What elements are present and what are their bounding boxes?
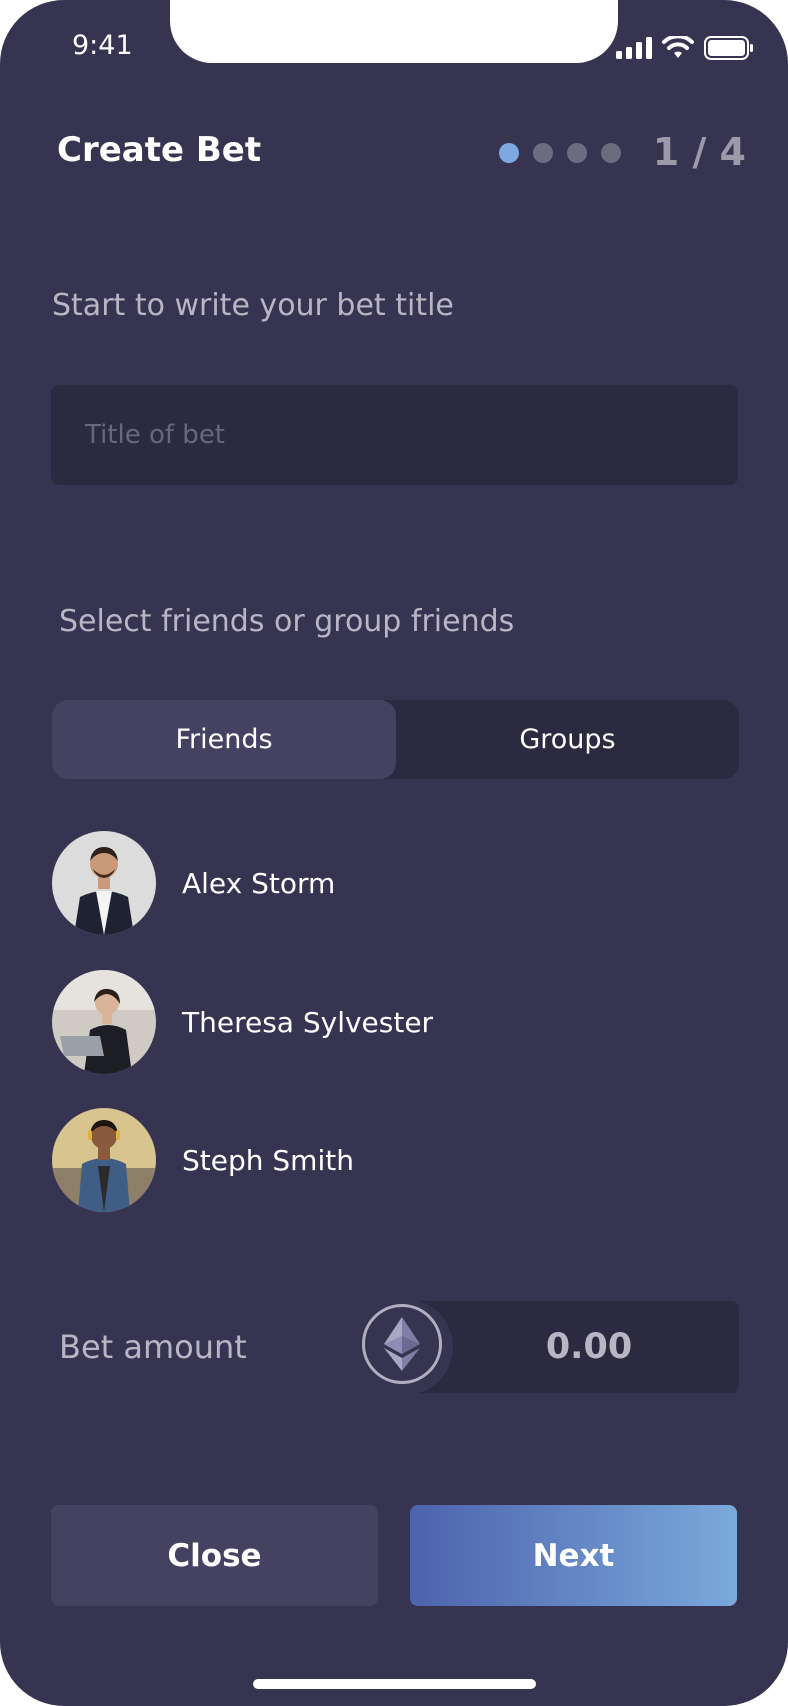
page-title: Create Bet bbox=[57, 130, 262, 170]
phone-screen: 9:41 Create Bet 1 / 4 Start to write you… bbox=[0, 0, 788, 1706]
friends-section-label: Select friends or group friends bbox=[59, 604, 515, 639]
step-counter: 1 / 4 bbox=[652, 130, 746, 174]
bet-title-label: Start to write your bet title bbox=[52, 288, 454, 323]
home-indicator bbox=[253, 1679, 536, 1689]
bet-amount-label: Bet amount bbox=[59, 1328, 247, 1366]
avatar bbox=[52, 831, 156, 935]
status-icons bbox=[616, 36, 754, 60]
next-button[interactable]: Next bbox=[410, 1505, 737, 1606]
avatar bbox=[52, 970, 156, 1074]
currency-selector[interactable] bbox=[362, 1304, 442, 1384]
friend-name: Alex Storm bbox=[182, 866, 336, 900]
friend-name: Theresa Sylvester bbox=[182, 1005, 434, 1039]
battery-icon bbox=[704, 36, 753, 60]
ethereum-icon bbox=[384, 1317, 420, 1371]
step-dot-3 bbox=[567, 143, 587, 163]
tab-groups[interactable]: Groups bbox=[396, 700, 739, 779]
friend-item[interactable]: Alex Storm bbox=[52, 831, 335, 935]
status-time: 9:41 bbox=[72, 30, 133, 61]
bet-amount-input[interactable]: 0.00 bbox=[420, 1301, 758, 1393]
step-dot-2 bbox=[533, 143, 553, 163]
device-notch bbox=[170, 0, 618, 63]
tab-friends[interactable]: Friends bbox=[52, 700, 396, 779]
friends-groups-toggle: Friends Groups bbox=[52, 700, 739, 779]
step-dot-4 bbox=[601, 143, 621, 163]
friend-item[interactable]: Steph Smith bbox=[52, 1108, 354, 1212]
bet-title-input[interactable] bbox=[51, 385, 738, 485]
close-button[interactable]: Close bbox=[51, 1505, 378, 1606]
wifi-icon bbox=[662, 36, 694, 58]
friend-name: Steph Smith bbox=[182, 1143, 354, 1177]
step-dot-1 bbox=[499, 143, 519, 163]
signal-icon bbox=[616, 37, 652, 59]
avatar bbox=[52, 1108, 156, 1212]
friend-item[interactable]: Theresa Sylvester bbox=[52, 970, 433, 1074]
step-indicator bbox=[499, 143, 621, 163]
